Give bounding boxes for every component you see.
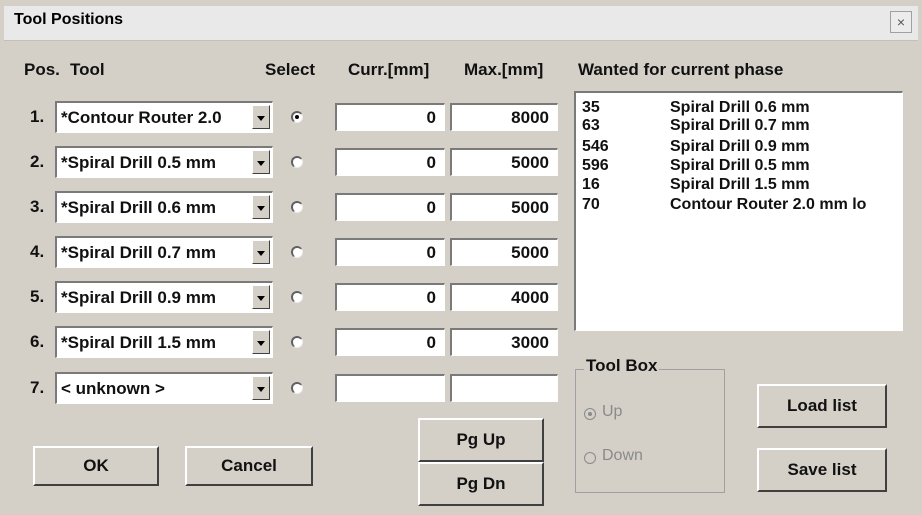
- chevron-down-icon[interactable]: [252, 150, 270, 174]
- tool-select-value: *Spiral Drill 0.6 mm: [61, 198, 216, 217]
- tool-select[interactable]: *Spiral Drill 0.6 mm: [55, 191, 273, 223]
- toolbox-up-label: Up: [602, 403, 623, 420]
- tool-select-value: *Contour Router 2.0: [61, 108, 222, 127]
- list-item-quantity: 596: [582, 157, 609, 174]
- tool-select-value: *Spiral Drill 0.7 mm: [61, 243, 216, 262]
- toolbox-down-radio[interactable]: [584, 452, 596, 464]
- max-mm-field[interactable]: 3000: [450, 328, 558, 356]
- current-mm-field[interactable]: 0: [335, 148, 445, 176]
- tool-select-value: < unknown >: [61, 379, 165, 398]
- ok-button[interactable]: OK: [33, 446, 159, 486]
- select-radio[interactable]: [291, 382, 303, 394]
- list-item-quantity: 63: [582, 117, 600, 134]
- window-title: Tool Positions: [14, 11, 124, 28]
- load-list-button[interactable]: Load list: [757, 384, 887, 428]
- max-mm-field[interactable]: [450, 374, 558, 402]
- tool-select[interactable]: *Spiral Drill 0.7 mm: [55, 236, 273, 268]
- row-number: 3.: [30, 197, 45, 216]
- select-radio[interactable]: [291, 336, 303, 348]
- tool-select-value: *Spiral Drill 0.9 mm: [61, 288, 216, 307]
- wanted-listbox[interactable]: 35 Spiral Drill 0.6 mm 63 Spiral Drill 0.7 …: [574, 91, 903, 331]
- list-item-quantity: 546: [582, 138, 609, 155]
- max-mm-field[interactable]: 5000: [450, 238, 558, 266]
- list-item-tool: Spiral Drill 0.7 mm: [670, 117, 810, 134]
- max-mm-field[interactable]: 4000: [450, 283, 558, 311]
- select-radio[interactable]: [291, 201, 303, 213]
- chevron-down-icon[interactable]: [252, 285, 270, 309]
- pos-header: Pos.: [24, 60, 60, 79]
- current-mm-field[interactable]: 0: [335, 238, 445, 266]
- save-list-button[interactable]: Save list: [757, 448, 887, 492]
- page-up-button[interactable]: Pg Up: [418, 418, 544, 462]
- toolbox-up-radio[interactable]: [584, 408, 596, 420]
- list-item-quantity: 16: [582, 176, 600, 193]
- chevron-down-icon[interactable]: [252, 330, 270, 354]
- max-mm-field[interactable]: 5000: [450, 193, 558, 221]
- toolbox-legend: Tool Box: [584, 356, 660, 376]
- curr-header: Curr.[mm]: [348, 60, 430, 79]
- max-mm-field[interactable]: 5000: [450, 148, 558, 176]
- max-mm-field[interactable]: 8000: [450, 103, 558, 131]
- tool-select[interactable]: < unknown >: [55, 372, 273, 404]
- list-item-tool: Spiral Drill 0.6 mm: [670, 99, 810, 116]
- tool-header: Tool: [70, 60, 105, 79]
- tool-select[interactable]: *Spiral Drill 1.5 mm: [55, 326, 273, 358]
- tool-positions-dialog: Tool Positions × Pos. Tool Select Curr.[…: [0, 0, 922, 515]
- cancel-button[interactable]: Cancel: [185, 446, 313, 486]
- tool-select[interactable]: *Contour Router 2.0: [55, 101, 273, 133]
- row-number: 5.: [30, 287, 45, 306]
- tool-select-value: *Spiral Drill 0.5 mm: [61, 153, 216, 172]
- list-item-quantity: 35: [582, 99, 600, 116]
- page-down-button[interactable]: Pg Dn: [418, 462, 544, 506]
- toolbox-group: Tool Box Up Down: [575, 356, 725, 493]
- current-mm-field[interactable]: [335, 374, 445, 402]
- current-mm-field[interactable]: 0: [335, 193, 445, 221]
- title-bar: Tool Positions ×: [4, 6, 918, 41]
- row-number: 2.: [30, 152, 45, 171]
- select-radio[interactable]: [291, 156, 303, 168]
- select-header: Select: [265, 60, 316, 79]
- list-item-tool: Spiral Drill 0.9 mm: [670, 138, 810, 155]
- row-number: 1.: [30, 107, 45, 126]
- chevron-down-icon[interactable]: [252, 376, 270, 400]
- max-header: Max.[mm]: [464, 60, 544, 79]
- chevron-down-icon[interactable]: [252, 105, 270, 129]
- tool-select[interactable]: *Spiral Drill 0.9 mm: [55, 281, 273, 313]
- list-item-tool: Spiral Drill 1.5 mm: [670, 176, 810, 193]
- chevron-down-icon[interactable]: [252, 240, 270, 264]
- list-item-quantity: 70: [582, 196, 600, 213]
- current-mm-field[interactable]: 0: [335, 283, 445, 311]
- list-item-tool: Contour Router 2.0 mm lo: [670, 196, 867, 213]
- list-item-tool: Spiral Drill 0.5 mm: [670, 157, 810, 174]
- row-number: 4.: [30, 242, 45, 261]
- row-number: 6.: [30, 332, 45, 351]
- chevron-down-icon[interactable]: [252, 195, 270, 219]
- select-radio[interactable]: [291, 246, 303, 258]
- select-radio[interactable]: [291, 291, 303, 303]
- select-radio[interactable]: [291, 111, 303, 123]
- row-number: 7.: [30, 378, 45, 397]
- tool-select[interactable]: *Spiral Drill 0.5 mm: [55, 146, 273, 178]
- current-mm-field[interactable]: 0: [335, 103, 445, 131]
- toolbox-down-label: Down: [602, 447, 643, 464]
- tool-select-value: *Spiral Drill 1.5 mm: [61, 333, 216, 352]
- wanted-header: Wanted for current phase: [578, 60, 784, 79]
- close-icon[interactable]: ×: [890, 11, 912, 33]
- current-mm-field[interactable]: 0: [335, 328, 445, 356]
